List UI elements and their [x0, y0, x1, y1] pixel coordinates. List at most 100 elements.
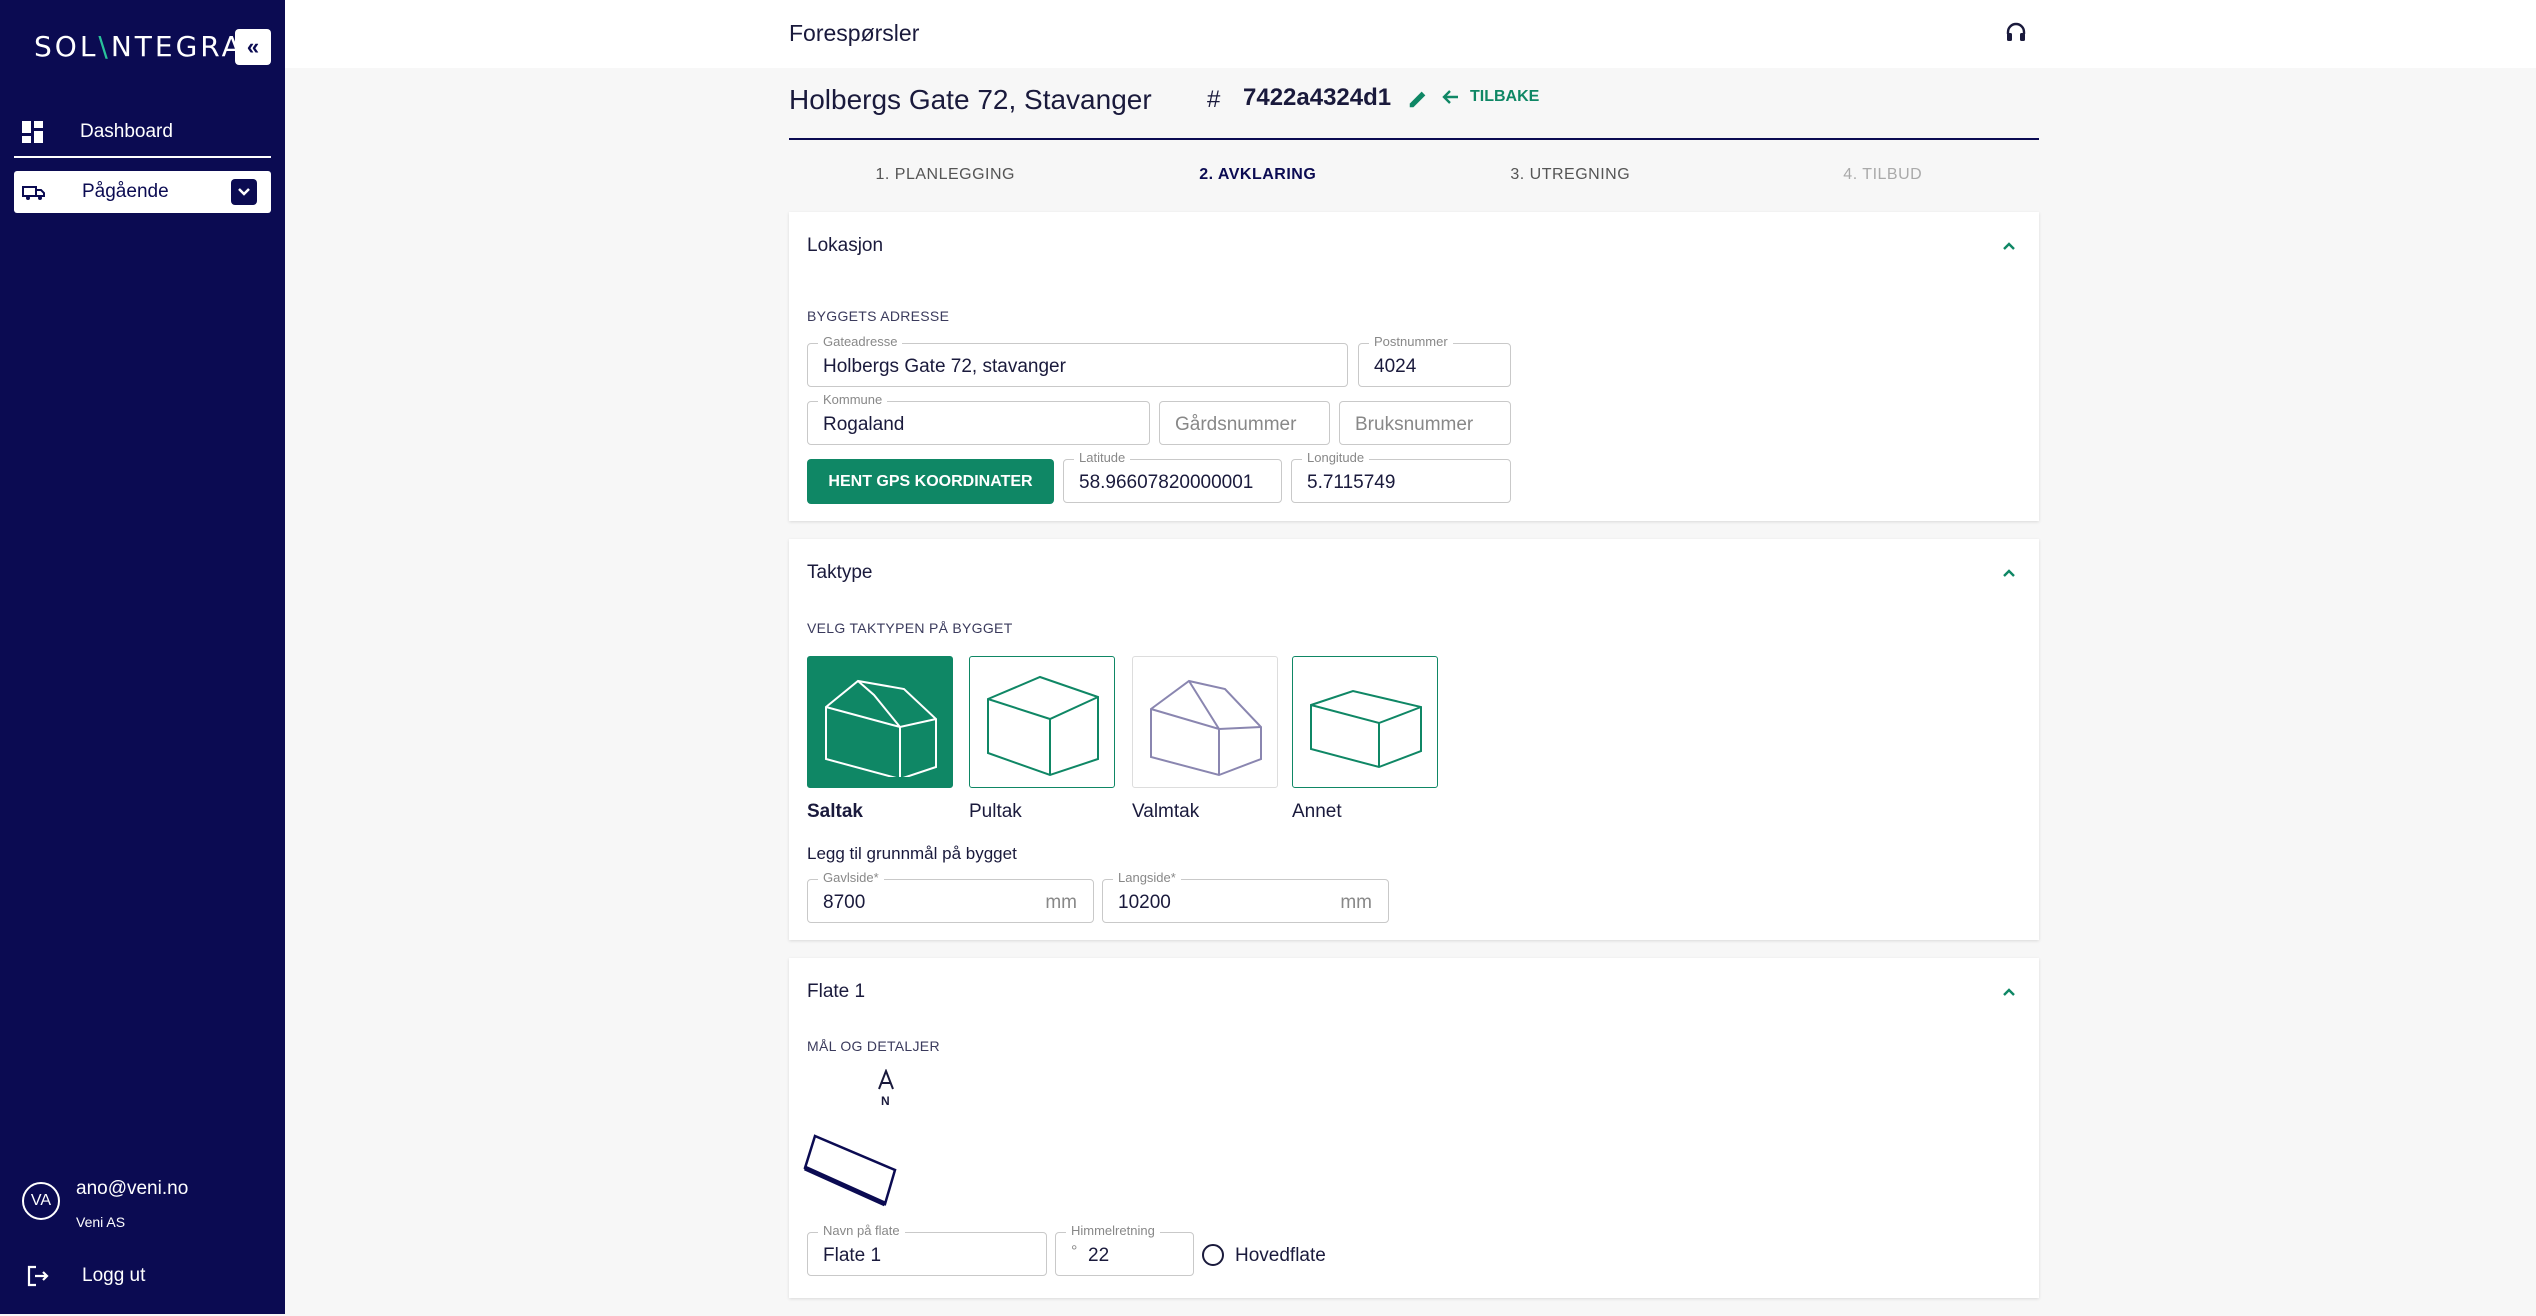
dashboard-icon [22, 121, 44, 143]
section-label: MÅL OG DETALJER [807, 1038, 940, 1054]
logout-button[interactable]: Logg ut [26, 1264, 145, 1288]
roof-option-annet[interactable] [1292, 656, 1438, 788]
step-tabs: 1. PLANLEGGING 2. AVKLARING 3. UTREGNING… [789, 140, 2039, 285]
longitude-field[interactable]: Longitude 5.7115749 [1291, 450, 1511, 503]
navn-flate-field[interactable]: Navn på flate Flate 1 [807, 1223, 1047, 1276]
chevron-up-icon [2003, 988, 2015, 996]
headset-icon[interactable] [2004, 20, 2028, 44]
roof-surface-preview [803, 1134, 897, 1207]
hip-roof-icon [1150, 679, 1262, 777]
roof-label-pultak: Pultak [969, 801, 1022, 822]
roof-option-saltak[interactable] [807, 656, 953, 788]
project-header: Holbergs Gate 72, Stavanger # 7422a4324d… [789, 68, 2039, 140]
field-placeholder: Bruksnummer [1355, 414, 1474, 435]
truck-icon [22, 186, 45, 200]
field-label: Langside* [1113, 870, 1181, 885]
field-label: Latitude [1074, 450, 1131, 465]
sidebar-item-label: Dashboard [80, 121, 173, 142]
field-placeholder: Gårdsnummer [1175, 414, 1297, 435]
sidebar-item-label: Pågående [82, 181, 169, 202]
latitude-field[interactable]: Latitude 58.96607820000001 [1063, 450, 1282, 503]
hovedflate-label: Hovedflate [1235, 1245, 1326, 1266]
back-button[interactable]: TILBAKE [1442, 88, 1539, 106]
field-label: Himmelretning [1066, 1223, 1160, 1238]
card-title: Flate 1 [807, 981, 866, 1002]
section-label: VELG TAKTYPEN PÅ BYGGET [807, 620, 1013, 636]
taktype-card: Taktype VELG TAKTYPEN PÅ BYGGET Saltak P… [789, 539, 2039, 940]
card-title: Taktype [807, 562, 873, 583]
logout-icon [27, 1265, 49, 1287]
field-value: 4024 [1374, 356, 1417, 377]
chevron-up-icon [2003, 569, 2015, 577]
gateadresse-field[interactable]: Gateadresse Holbergs Gate 72, stavanger [807, 334, 1348, 387]
field-value: 58.96607820000001 [1079, 472, 1254, 493]
user-email: ano@veni.no [76, 1178, 189, 1199]
grunnmal-label: Legg til grunnmål på bygget [807, 844, 1017, 863]
tab-tilbud: 4. TILBUD [1843, 166, 1923, 183]
gardsnummer-field[interactable]: Gårdsnummer [1159, 401, 1330, 445]
project-hash: # [1207, 86, 1221, 113]
field-label: Navn på flate [818, 1223, 905, 1238]
himmelretning-field[interactable]: Himmelretning ° 22 [1055, 1223, 1194, 1276]
field-value: 8700 [823, 892, 866, 913]
taktype-header[interactable]: Taktype [789, 539, 2039, 609]
field-value: 22 [1088, 1245, 1110, 1266]
page-title: Forespørsler [789, 20, 920, 46]
sidebar-item-dashboard[interactable]: Dashboard [14, 108, 271, 158]
field-value: Holbergs Gate 72, stavanger [823, 356, 1066, 377]
field-value: 10200 [1118, 892, 1171, 913]
logo-text-part2: NTEGRA [110, 30, 244, 63]
gable-roof-icon [825, 679, 937, 777]
project-id: 7422a4324d1 [1243, 84, 1392, 111]
lokasjon-header[interactable]: Lokasjon [789, 212, 2039, 282]
sidebar-item-pagaende[interactable]: Pågående [14, 171, 271, 213]
section-label: BYGGETS ADRESSE [807, 308, 950, 324]
chevron-down-icon[interactable] [231, 179, 257, 205]
langside-field[interactable]: Langside* 10200 mm [1102, 870, 1389, 923]
flat-roof-icon [1310, 689, 1422, 769]
flate-card: Flate 1 MÅL OG DETALJER N Navn på flate … [789, 958, 2039, 1298]
pencil-icon[interactable] [1407, 88, 1429, 110]
kommune-field[interactable]: Kommune Rogaland [807, 392, 1150, 445]
field-label: Kommune [818, 392, 888, 407]
field-unit: mm [1045, 892, 1077, 913]
project-title: Holbergs Gate 72, Stavanger [789, 84, 1152, 115]
app-logo[interactable]: SOL\NTEGRA [34, 30, 244, 63]
flate-header[interactable]: Flate 1 [789, 958, 2039, 1028]
get-gps-button[interactable]: HENT GPS KOORDINATER [807, 459, 1054, 504]
logout-label: Logg ut [82, 1265, 146, 1286]
field-label: Longitude [1302, 450, 1370, 465]
roof-label-valmtak: Valmtak [1132, 801, 1200, 822]
topbar: Forespørsler [285, 0, 2536, 68]
sidebar: SOL\NTEGRA « Dashboard Pågående VA ano@v… [0, 0, 285, 1314]
gavlside-field[interactable]: Gavlside* 8700 mm [807, 870, 1094, 923]
field-label: Gateadresse [818, 334, 903, 349]
bruksnummer-field[interactable]: Bruksnummer [1339, 401, 1511, 445]
roof-option-pultak[interactable] [969, 656, 1115, 788]
user-profile[interactable]: VA ano@veni.no Veni AS [22, 1178, 188, 1230]
postnummer-field[interactable]: Postnummer 4024 [1358, 334, 1511, 387]
hovedflate-radio[interactable] [1202, 1244, 1224, 1266]
north-arrow-icon [878, 1069, 894, 1090]
arrow-left-icon [1442, 90, 1458, 104]
north-label: N [881, 1094, 890, 1108]
logo-text-part1: SOL [34, 30, 99, 63]
roof-label-saltak: Saltak [807, 801, 863, 822]
back-label: TILBAKE [1470, 88, 1540, 105]
chevron-up-icon [2003, 242, 2015, 250]
field-label: Gavlside* [818, 870, 884, 885]
roof-option-valmtak[interactable] [1132, 656, 1278, 788]
tab-avklaring[interactable]: 2. AVKLARING [1101, 140, 1415, 285]
lokasjon-card: Lokasjon BYGGETS ADRESSE Gateadresse Hol… [789, 212, 2039, 521]
shed-roof-icon [987, 675, 1099, 777]
tab-utregning[interactable]: 3. UTREGNING [1414, 140, 1727, 212]
roof-label-annet: Annet [1292, 801, 1342, 822]
main-content: Holbergs Gate 72, Stavanger # 7422a4324d… [789, 68, 2039, 1316]
double-chevron-left-icon: « [246, 34, 260, 59]
field-value: Flate 1 [823, 1245, 882, 1266]
card-title: Lokasjon [807, 235, 884, 256]
field-value: Rogaland [823, 414, 905, 435]
field-value: 5.7115749 [1307, 472, 1396, 493]
tab-planlegging[interactable]: 1. PLANLEGGING [789, 140, 1102, 212]
collapse-sidebar-button[interactable]: « [235, 29, 271, 65]
